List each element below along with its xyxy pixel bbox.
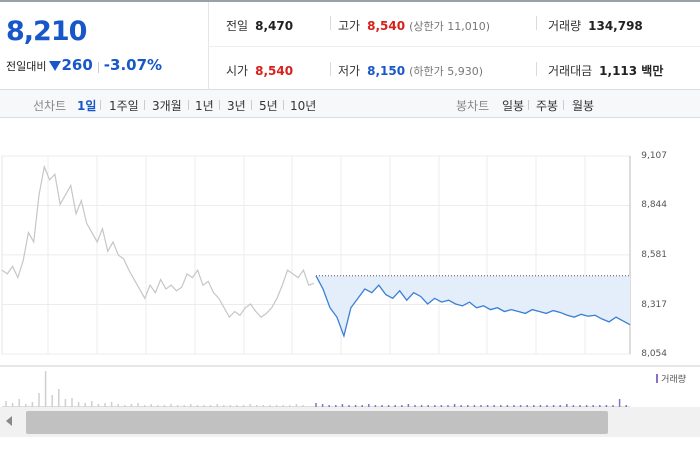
- scroll-thumb[interactable]: [26, 411, 608, 434]
- divider: [219, 100, 220, 110]
- stat-high: 고가 8,540 (상한가 11,010): [338, 17, 490, 34]
- candle-weekly[interactable]: 주봉: [536, 97, 558, 114]
- y-tick-label: 8,054: [641, 349, 667, 359]
- divider: [536, 16, 537, 30]
- y-tick-label: 8,317: [641, 299, 667, 310]
- horizontal-scrollbar[interactable]: [0, 407, 700, 437]
- stat-open: 시가 8,540: [226, 62, 293, 79]
- stat-value: 8,470: [255, 19, 294, 33]
- stat-volume: 거래량 134,798: [548, 17, 643, 34]
- stat-value: 8,150: [367, 64, 406, 78]
- stat-value: 134,798: [588, 19, 643, 33]
- divider: [144, 100, 145, 110]
- quote-stats: 전일 8,470 고가 8,540 (상한가 11,010) 거래량 134,798 시…: [208, 2, 700, 90]
- price-chart-svg: [0, 155, 700, 408]
- diff-rate: -3.07%: [103, 56, 163, 74]
- stat-value: 8,540: [367, 19, 406, 33]
- volume-legend: 거래량: [656, 372, 686, 385]
- diff-value: 260: [61, 56, 93, 74]
- divider: [528, 100, 529, 110]
- divider: [100, 100, 101, 110]
- period-5y[interactable]: 5년: [259, 97, 278, 114]
- period-10y[interactable]: 10년: [290, 97, 316, 114]
- period-3y[interactable]: 3년: [227, 97, 246, 114]
- divider: [188, 100, 189, 110]
- divider: [563, 100, 564, 110]
- stat-label: 시가: [226, 64, 249, 78]
- period-1y[interactable]: 1년: [195, 97, 214, 114]
- current-price: 8,210: [6, 16, 87, 47]
- y-tick-label: 9,107: [641, 151, 667, 161]
- volume-swatch: [656, 374, 659, 383]
- stat-label: 고가: [338, 19, 361, 33]
- stat-label: 거래대금: [548, 64, 593, 78]
- divider: [208, 46, 700, 47]
- lower-limit: (하한가 5,930): [409, 65, 483, 78]
- y-tick-label: 8,581: [641, 249, 667, 260]
- divider: [283, 100, 284, 110]
- period-1w[interactable]: 1주일: [109, 97, 139, 114]
- down-triangle-icon: [49, 61, 62, 71]
- stat-amount: 거래대금 1,113 백만: [548, 62, 663, 79]
- candle-monthly[interactable]: 월봉: [572, 97, 594, 114]
- period-3m[interactable]: 3개월: [152, 97, 182, 114]
- divider: [330, 16, 331, 30]
- diff-label: 전일대비: [6, 60, 47, 73]
- price-box: 8,210 전일대비 260 -3.07%: [0, 2, 209, 90]
- divider: [330, 62, 331, 76]
- price-chart[interactable]: 9,107 8,844 8,581 8,317 8,054 거래량: [0, 118, 700, 450]
- stat-prev-close: 전일 8,470: [226, 17, 293, 34]
- scroll-left-arrow-icon[interactable]: [6, 416, 12, 426]
- stat-low: 저가 8,150 (하한가 5,930): [338, 62, 483, 79]
- period-1d[interactable]: 1일: [77, 97, 96, 114]
- price-change: 전일대비 260 -3.07%: [6, 56, 162, 74]
- divider: [97, 61, 99, 73]
- line-chart-title: 선차트: [33, 99, 67, 113]
- upper-limit: (상한가 11,010): [409, 20, 490, 33]
- quote-header: 8,210 전일대비 260 -3.07% 전일 8,470 고가 8,540 (상한가 …: [0, 0, 700, 90]
- candle-chart-title: 봉차트: [456, 99, 490, 113]
- stat-label: 거래량: [548, 19, 582, 33]
- y-tick-label: 8,844: [641, 200, 667, 211]
- divider: [251, 100, 252, 110]
- divider: [536, 62, 537, 76]
- volume-legend-label: 거래량: [661, 375, 686, 385]
- chart-type-bar: 선차트 1일 1주일 3개월 1년 3년 5년 10년 봉차트 일봉 주봉 월봉: [0, 90, 700, 118]
- stat-label: 저가: [338, 64, 361, 78]
- candle-daily[interactable]: 일봉: [502, 97, 524, 114]
- stat-label: 전일: [226, 19, 249, 33]
- stat-value: 8,540: [255, 64, 294, 78]
- stat-value: 1,113 백만: [599, 64, 664, 78]
